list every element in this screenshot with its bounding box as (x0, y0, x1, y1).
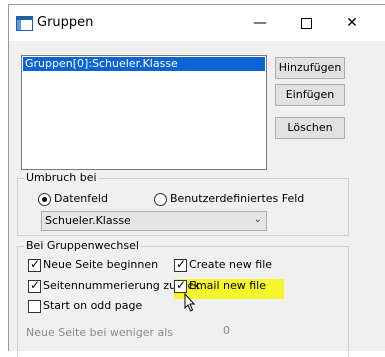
email-file-label: Email new file (189, 279, 266, 292)
maximize-button[interactable] (283, 5, 329, 41)
field-select[interactable]: Schueler.Klasse ⌄ (41, 211, 267, 231)
minimize-button[interactable]: — (237, 5, 283, 41)
email-file-checkbox[interactable]: ✓ (174, 278, 187, 293)
odd-page-label: Start on odd page (43, 299, 143, 312)
window-title: Gruppen (37, 15, 94, 30)
close-button[interactable]: ✕ (329, 5, 375, 41)
list-item[interactable]: Gruppen[0]:Schueler.Klasse (23, 57, 265, 71)
radio-custom-field-label: Benutzerdefiniertes Feld (170, 192, 305, 205)
groups-listbox[interactable]: Gruppen[0]:Schueler.Klasse (21, 55, 267, 170)
mouse-cursor-icon (184, 293, 196, 312)
new-page-below-value[interactable]: 0 (223, 324, 230, 337)
create-file-checkbox[interactable]: ✓ (174, 257, 187, 272)
new-page-checkbox[interactable]: ✓ (28, 257, 41, 272)
odd-page-checkbox[interactable] (28, 300, 41, 313)
gruppen-dialog: Gruppen — ✕ Gruppen[0]:Schueler.Klasse H… (8, 4, 385, 357)
reset-numbering-checkbox[interactable]: ✓ (28, 278, 41, 293)
close-icon: ✕ (346, 15, 358, 31)
wechsel-label: Bei Gruppenwechsel (24, 239, 141, 252)
add-button[interactable]: Hinzufügen (275, 57, 345, 79)
create-file-label: Create new file (189, 258, 273, 271)
radio-datafield-label: Datenfeld (54, 192, 108, 205)
minimize-icon: — (253, 15, 267, 31)
maximize-icon (300, 17, 312, 29)
radio-custom-field[interactable] (154, 193, 167, 206)
field-select-value: Schueler.Klasse (45, 214, 131, 227)
title-bar: Gruppen — ✕ (9, 5, 385, 41)
radio-datafield[interactable] (38, 193, 51, 206)
new-page-below-label: Neue Seite bei weniger als (26, 326, 174, 339)
delete-button[interactable]: Löschen (275, 117, 345, 139)
umbruch-label: Umbruch bei (24, 171, 99, 184)
window-app-icon (16, 16, 33, 31)
insert-button[interactable]: Einfügen (275, 84, 345, 106)
chevron-down-icon: ⌄ (253, 214, 262, 225)
new-page-label: Neue Seite beginnen (43, 258, 159, 271)
